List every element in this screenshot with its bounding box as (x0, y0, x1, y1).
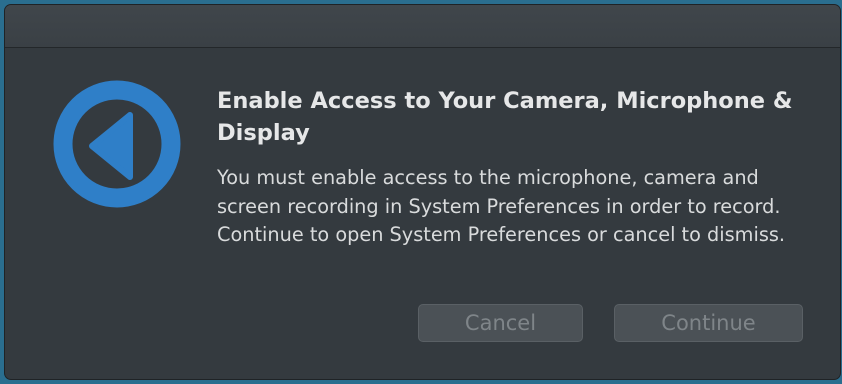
back-arrow-circle-icon (52, 79, 182, 209)
dialog-title: Enable Access to Your Camera, Microphone… (217, 88, 793, 146)
dialog-titlebar[interactable] (5, 5, 840, 48)
permission-dialog: Enable Access to Your Camera, Microphone… (4, 4, 841, 380)
dialog-message: You must enable access to the microphone… (217, 166, 786, 246)
cancel-button[interactable]: Cancel (418, 304, 583, 342)
continue-button[interactable]: Continue (614, 304, 803, 342)
